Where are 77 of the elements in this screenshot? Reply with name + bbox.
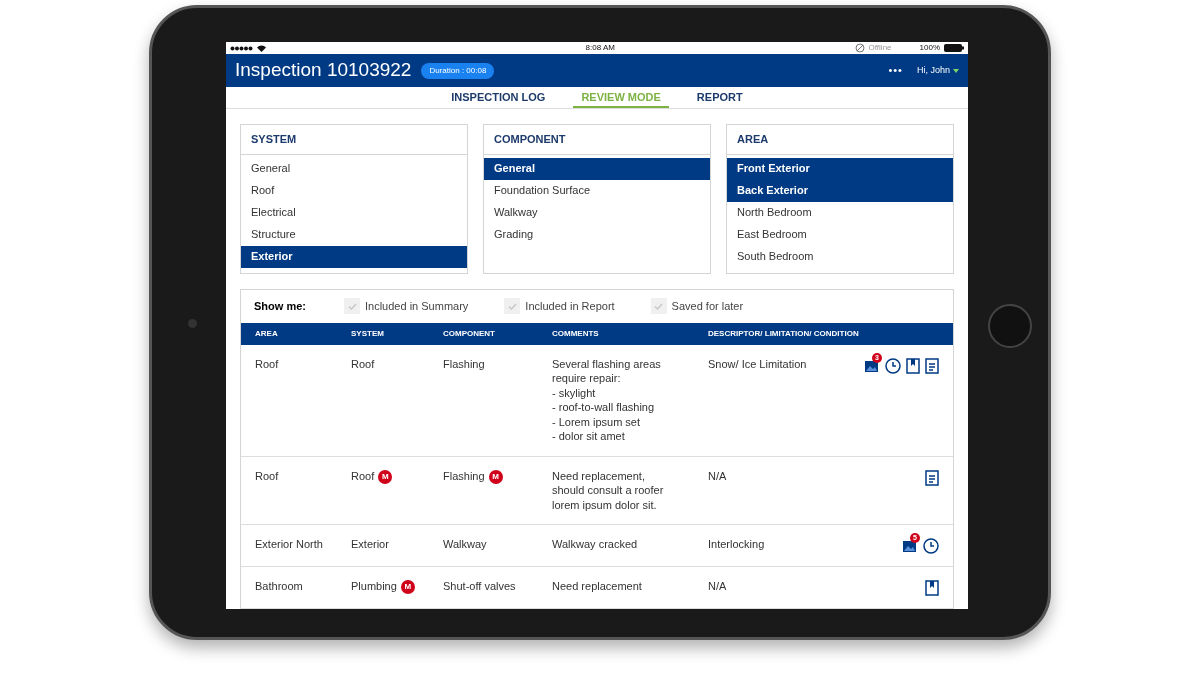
list-item[interactable]: Walkway <box>484 201 710 224</box>
note-icon[interactable] <box>925 469 939 486</box>
panel-title: COMPONENT <box>484 124 710 155</box>
blocked-icon <box>854 43 865 53</box>
list-item[interactable]: Foundation Surface <box>484 179 710 202</box>
table-cell-text: N/A <box>708 468 727 484</box>
tab[interactable]: REPORT <box>688 87 751 108</box>
table-cell: Roof <box>255 469 279 482</box>
table-cell: Flashing <box>443 469 485 482</box>
table-cell-text: Several flashing areas require repair: - skylight - roof-to-wall flashing - Lorem ipsum set - dolor sit amet <box>552 356 662 444</box>
table-cell-text: Need replacement <box>552 579 643 594</box>
list-item[interactable]: Structure <box>241 223 467 246</box>
panel-title: SYSTEM <box>241 124 467 155</box>
list-item[interactable]: Roof <box>241 179 467 202</box>
table-cell: Roof <box>351 357 375 370</box>
m-badge: M <box>378 469 393 484</box>
column-header: DESCRIPTOR/ LIMITATION/ CONDITION <box>708 328 859 338</box>
table-cell: Exterior North <box>255 538 323 550</box>
list-item[interactable]: General <box>484 157 710 180</box>
table-cell: Bathroom <box>255 580 303 592</box>
bookmark-icon[interactable] <box>906 357 920 374</box>
list-item[interactable]: East Bedroom <box>727 223 953 246</box>
show-me-label: Show me: <box>254 298 307 314</box>
caret-icon <box>953 68 959 73</box>
signal-icon <box>230 45 254 51</box>
clock-icon[interactable] <box>885 357 901 374</box>
check-icon <box>347 302 357 310</box>
table-cell: Flashing <box>443 357 485 370</box>
checkbox-label: Included in Summary <box>365 298 469 314</box>
table-cell: Shut-off valves <box>443 580 516 592</box>
column-header: AREA <box>255 328 278 338</box>
table-cell: Roof <box>255 357 279 370</box>
battery-icon <box>944 44 964 52</box>
note-icon[interactable] <box>925 357 939 374</box>
clock-icon[interactable] <box>923 538 939 554</box>
m-badge: M <box>488 469 503 484</box>
wifi-icon <box>257 44 266 52</box>
table-cell: Roof <box>351 469 375 482</box>
table-cell: Exterior <box>351 538 389 550</box>
list-item[interactable]: Grading <box>484 223 710 246</box>
camera-icon <box>188 319 197 328</box>
tab[interactable]: INSPECTION LOG <box>443 87 554 108</box>
column-header: COMPONENT <box>443 328 495 338</box>
checkbox-label: Included in Report <box>525 298 615 314</box>
table-cell: Plumbing <box>351 580 397 592</box>
checkbox-label: Saved for later <box>671 298 744 314</box>
check-icon <box>507 302 517 310</box>
battery-percent: 100% <box>919 42 940 54</box>
bookmark-icon[interactable] <box>925 580 939 596</box>
list-item[interactable]: Exterior <box>241 245 467 268</box>
m-badge: M <box>400 580 415 594</box>
duration-badge: Duration : 00:08 <box>421 62 495 79</box>
checkbox[interactable] <box>504 298 521 314</box>
column-header: SYSTEM <box>351 328 384 338</box>
list-item[interactable]: Electrical <box>241 201 467 224</box>
table-cell: Walkway <box>443 538 487 550</box>
list-item[interactable]: Front Exterior <box>727 157 953 180</box>
column-header: COMMENTS <box>552 328 599 338</box>
status-time: 8:08 AM <box>585 42 615 54</box>
list-item[interactable]: North Bedroom <box>727 201 953 224</box>
list-item[interactable]: General <box>241 157 467 180</box>
image-icon[interactable] <box>902 538 918 553</box>
list-item[interactable]: Back Exterior <box>727 179 953 202</box>
table-cell-text: Snow/ Ice Limitation <box>708 356 807 372</box>
user-menu[interactable]: Hi, John <box>916 63 959 78</box>
network-status: Offline <box>868 42 892 54</box>
panel-title: AREA <box>727 124 953 155</box>
checkbox[interactable] <box>344 298 360 314</box>
table-cell-text: Interlocking <box>708 537 765 552</box>
inspection-title: Inspection 10103922 <box>235 58 412 83</box>
table-cell-text: Walkway cracked <box>552 537 639 552</box>
table-cell-text: Need replacement, should consult a roofer lorem ipsum dolor sit. <box>552 468 665 512</box>
more-button[interactable]: ••• <box>888 62 903 79</box>
list-item[interactable]: South Bedroom <box>727 245 953 268</box>
table-cell-text: N/A <box>708 579 727 594</box>
check-icon <box>654 302 664 310</box>
checkbox[interactable] <box>650 298 667 314</box>
